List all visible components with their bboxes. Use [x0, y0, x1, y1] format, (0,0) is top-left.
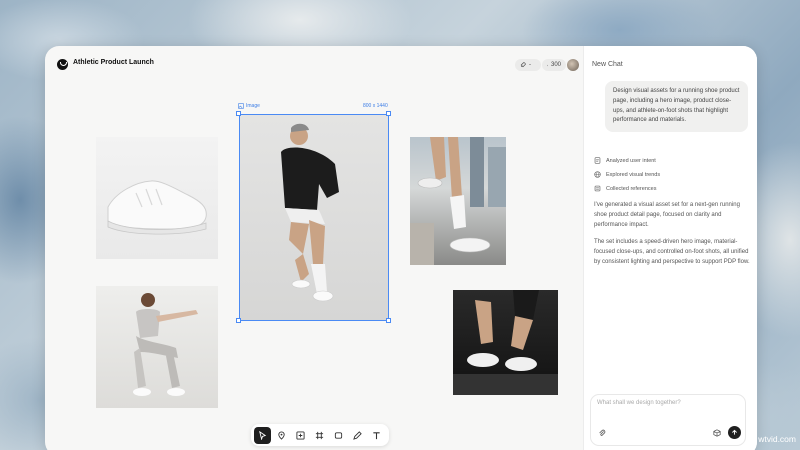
- model-selector[interactable]: -: [515, 59, 541, 71]
- cube-icon[interactable]: [713, 429, 721, 437]
- cursor-icon: [259, 430, 267, 440]
- selection-box[interactable]: [239, 114, 389, 321]
- send-button[interactable]: [728, 426, 741, 439]
- resize-handle-bottom-left[interactable]: [236, 318, 241, 323]
- bolt-icon: [547, 64, 548, 66]
- athlete-squat-illustration: [133, 293, 198, 396]
- step-label: Explored visual trends: [606, 171, 661, 178]
- frame-tool[interactable]: [311, 427, 328, 444]
- text-icon: [373, 431, 380, 439]
- top-bar: Athletic Product Launch - 300: [45, 46, 583, 82]
- location-pin-icon: [278, 431, 285, 440]
- chat-input-placeholder[interactable]: What shall we design together?: [597, 400, 681, 406]
- document-icon: [594, 157, 601, 164]
- pen-icon: [353, 430, 362, 440]
- globe-icon: [594, 171, 601, 178]
- project-title[interactable]: Athletic Product Launch: [73, 59, 154, 66]
- add-image-icon: [296, 430, 305, 440]
- image-size-label: 800 x 1440: [363, 103, 388, 109]
- step-collected: Collected references: [594, 185, 656, 192]
- selected-image-label: Image: [238, 103, 260, 109]
- image-icon: [238, 103, 244, 109]
- street-running-illustration: [410, 137, 506, 265]
- arrow-up-icon: [732, 429, 737, 435]
- credits-badge[interactable]: 300: [542, 59, 566, 71]
- shoe-product-image[interactable]: [96, 137, 218, 259]
- text-tool[interactable]: [368, 427, 385, 444]
- canvas-toolbar: [251, 424, 389, 446]
- resize-handle-top-left[interactable]: [236, 111, 241, 116]
- assistant-response-2: The set includes a speed-driven hero ima…: [594, 239, 750, 265]
- user-message: Design visual assets for a running shoe …: [605, 81, 748, 133]
- shoe-illustration: [107, 180, 207, 235]
- step-label: Analyzed user intent: [606, 157, 656, 164]
- watermark: wtvid.com: [758, 434, 796, 444]
- paperclip-icon[interactable]: [598, 429, 606, 437]
- references-icon: [594, 185, 601, 192]
- avatar[interactable]: [567, 59, 579, 71]
- running-closeup-illustration: [453, 290, 558, 395]
- chat-input-box[interactable]: What shall we design together?: [590, 394, 746, 446]
- step-label: Collected references: [606, 185, 657, 192]
- street-running-image[interactable]: [410, 137, 506, 265]
- rectangle-icon: [334, 431, 343, 439]
- resize-handle-top-right[interactable]: [386, 111, 391, 116]
- resize-handle-bottom-right[interactable]: [386, 318, 391, 323]
- running-closeup-image[interactable]: [453, 290, 558, 395]
- rectangle-tool[interactable]: [330, 427, 347, 444]
- credits-count: 300: [550, 62, 561, 68]
- app-logo-icon[interactable]: [57, 59, 68, 70]
- pen-tool[interactable]: [349, 427, 366, 444]
- pin-tool[interactable]: [273, 427, 290, 444]
- rocket-icon: [520, 62, 526, 68]
- select-tool[interactable]: [254, 426, 271, 444]
- assistant-response-1: I've generated a visual asset set for a …: [594, 202, 740, 228]
- chat-panel: New Chat Design visual assets for a runn…: [583, 46, 757, 450]
- model-label: -: [529, 62, 531, 68]
- image-label-text: Image: [246, 103, 260, 109]
- app-window: Athletic Product Launch - 300 Image 800 …: [45, 46, 757, 450]
- athlete-squat-image[interactable]: [96, 286, 218, 408]
- step-analyzed: Analyzed user intent: [594, 157, 656, 164]
- design-canvas[interactable]: Athletic Product Launch - 300 Image 800 …: [45, 46, 583, 450]
- chat-title: New Chat: [592, 61, 623, 68]
- frame-icon: [315, 431, 324, 439]
- step-explored: Explored visual trends: [594, 171, 660, 178]
- add-image-tool[interactable]: [292, 427, 309, 444]
